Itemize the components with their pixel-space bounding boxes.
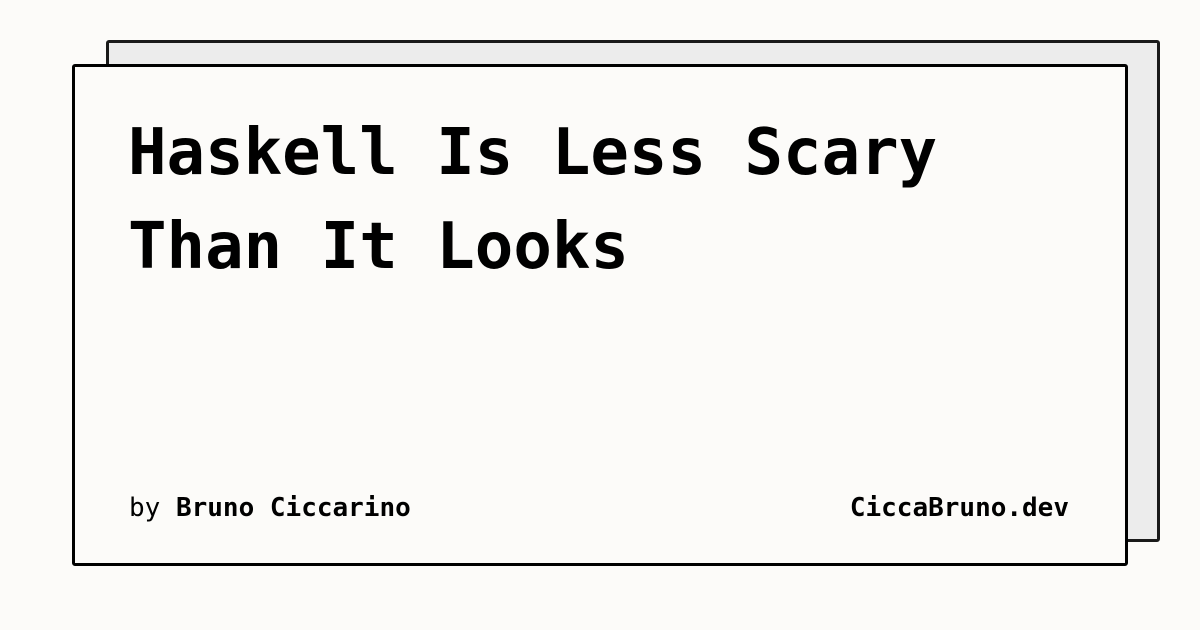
site-name: CiccaBruno.dev <box>849 493 1069 523</box>
byline: by Bruno Ciccarino <box>129 492 411 524</box>
author-name: Bruno Ciccarino <box>175 493 411 523</box>
title-line-1: Haskell Is Less Scary <box>128 116 938 190</box>
article-title: Haskell Is Less Scary Than It Looks <box>128 106 1128 294</box>
title-line-2: Than It Looks <box>128 210 629 284</box>
byline-prefix: by <box>129 493 176 523</box>
